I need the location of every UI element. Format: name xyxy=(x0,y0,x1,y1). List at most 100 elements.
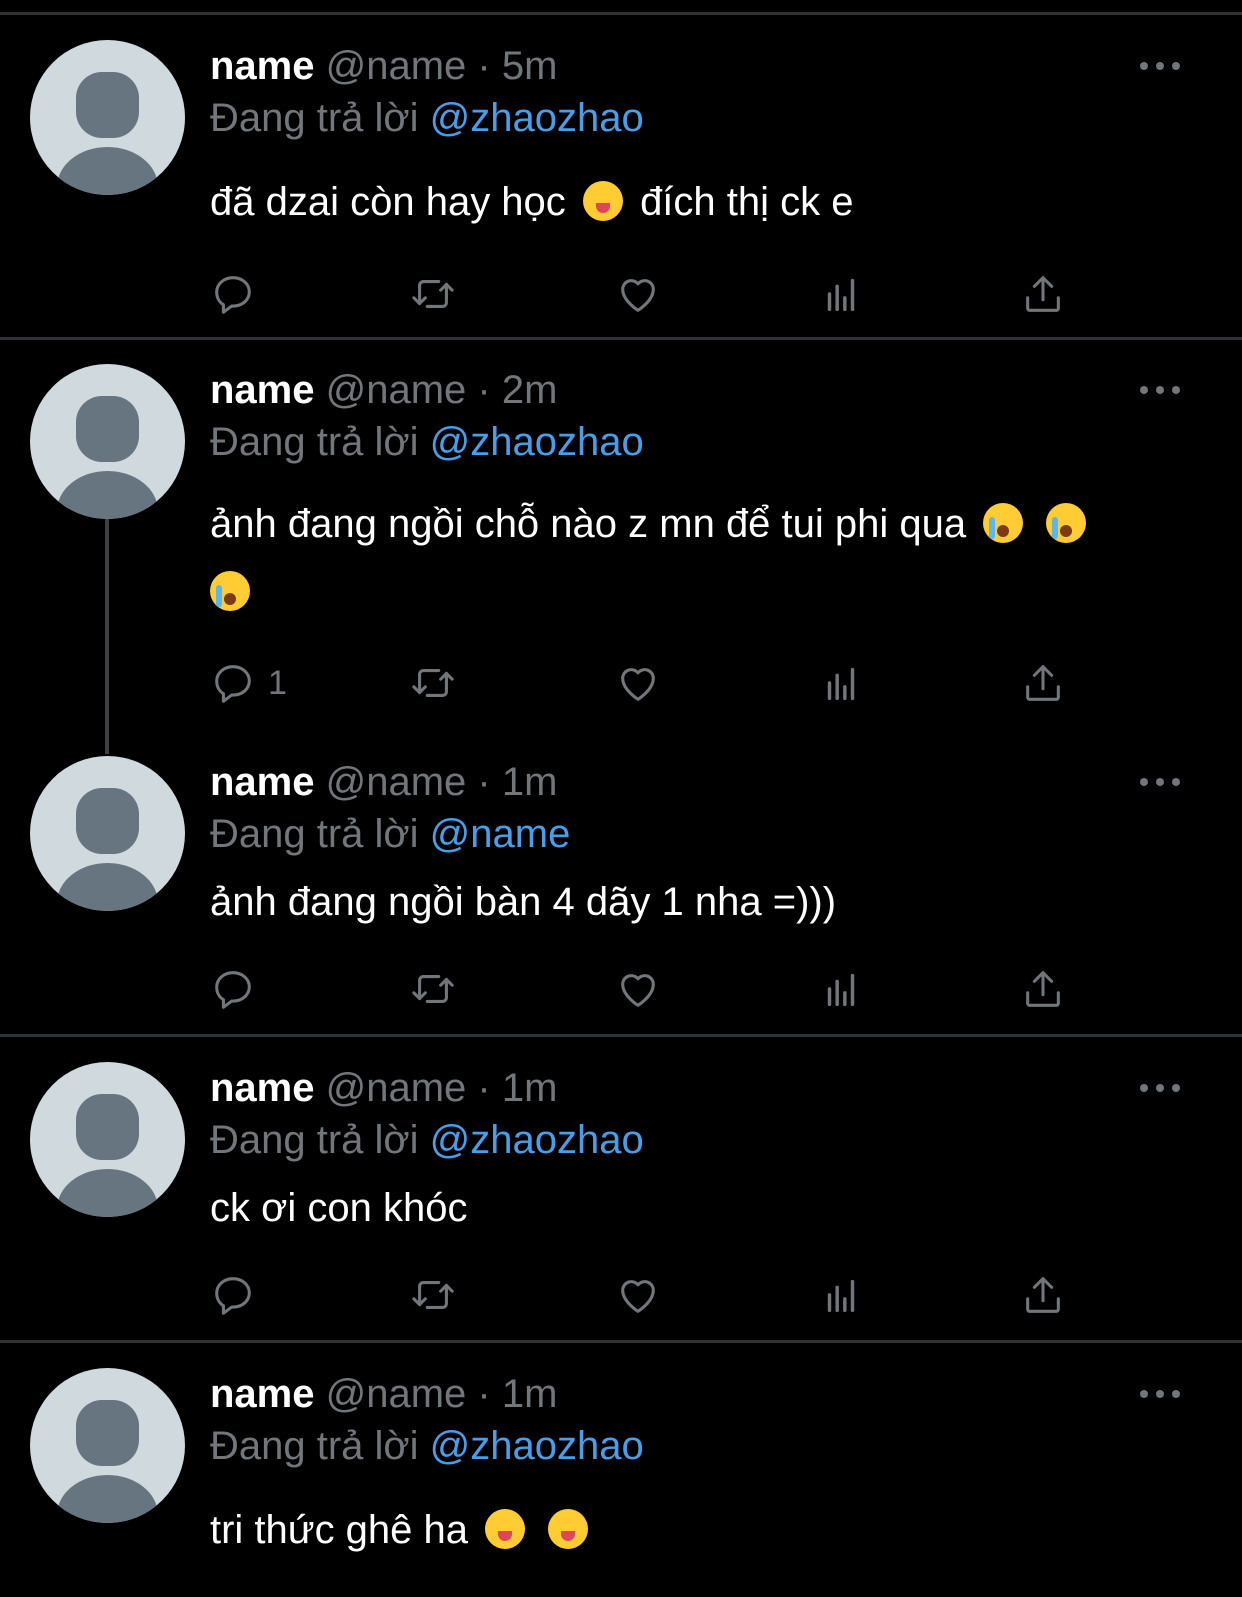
like-button[interactable] xyxy=(615,660,661,706)
replying-to: Đang trả lời @zhaozhao xyxy=(210,418,644,466)
face-savoring-food-emoji xyxy=(485,1509,526,1549)
tweet-text-part: tri thức ghê ha xyxy=(210,1508,469,1552)
action-bar xyxy=(210,1272,1080,1318)
replying-to-handle[interactable]: @zhaozhao xyxy=(430,420,644,464)
face-savoring-food-emoji xyxy=(582,181,623,221)
like-icon xyxy=(621,1280,655,1313)
user-handle[interactable]: @name xyxy=(326,1372,467,1416)
replying-to: Đang trả lời @zhaozhao xyxy=(210,94,644,142)
tweet-text-part: ck ơi con khóc xyxy=(210,1186,468,1230)
share-button[interactable] xyxy=(1020,660,1066,706)
views-icon xyxy=(827,973,855,1007)
tweet-text-part: ảnh đang ngồi chỗ nào z mn để tui phi qu… xyxy=(210,502,967,546)
more-options-icon[interactable] xyxy=(1140,1388,1180,1400)
views-button[interactable] xyxy=(818,1272,864,1318)
loudly-crying-face-emoji xyxy=(983,503,1024,543)
timestamp[interactable]: 1m xyxy=(502,760,558,804)
share-icon xyxy=(1026,971,1060,1007)
tweet-text: đã dzai còn hay học đích thị ck e xyxy=(210,168,1170,236)
replying-to-label: Đang trả lời xyxy=(210,420,419,464)
display-name[interactable]: name xyxy=(210,1066,315,1110)
loudly-crying-face-emoji xyxy=(1046,503,1087,543)
replying-to-label: Đang trả lời xyxy=(210,1118,419,1162)
share-button[interactable] xyxy=(1020,1272,1066,1318)
views-icon xyxy=(827,1279,855,1313)
timestamp[interactable]: 1m xyxy=(502,1372,558,1416)
separator: · xyxy=(477,1066,491,1110)
replying-to-handle[interactable]: @zhaozhao xyxy=(430,1118,644,1162)
separator: · xyxy=(477,760,491,804)
reply-icon xyxy=(215,276,251,314)
avatar[interactable] xyxy=(30,40,185,195)
like-icon xyxy=(621,974,655,1007)
reply-button[interactable] xyxy=(210,271,268,317)
reply-button[interactable]: 1 xyxy=(210,660,287,706)
display-name[interactable]: name xyxy=(210,760,315,804)
action-bar xyxy=(210,271,1080,317)
views-button[interactable] xyxy=(818,660,864,706)
separator: · xyxy=(477,368,491,412)
user-handle[interactable]: @name xyxy=(326,368,467,412)
retweet-button[interactable] xyxy=(410,660,456,706)
tweet-header: name @name · 5m xyxy=(210,42,557,90)
reply-button[interactable] xyxy=(210,966,268,1012)
avatar[interactable] xyxy=(30,1368,185,1523)
separator: · xyxy=(477,44,491,88)
more-options-icon[interactable] xyxy=(1140,776,1180,788)
display-name[interactable]: name xyxy=(210,44,315,88)
more-options-icon[interactable] xyxy=(1140,60,1180,72)
avatar[interactable] xyxy=(30,364,185,519)
retweet-button[interactable] xyxy=(410,1272,456,1318)
tweet-header: name @name · 2m xyxy=(210,366,557,414)
replying-to: Đang trả lời @zhaozhao xyxy=(210,1422,644,1470)
timestamp[interactable]: 1m xyxy=(502,1066,558,1110)
like-icon xyxy=(621,668,655,701)
more-options-icon[interactable] xyxy=(1140,384,1180,396)
user-handle[interactable]: @name xyxy=(326,1066,467,1110)
tweet-text: tri thức ghê ha xyxy=(210,1496,1170,1564)
timestamp[interactable]: 5m xyxy=(502,44,558,88)
loudly-crying-face-emoji xyxy=(210,571,250,611)
like-button[interactable] xyxy=(615,1272,661,1318)
views-button[interactable] xyxy=(818,271,864,317)
share-icon xyxy=(1026,665,1060,701)
retweet-icon xyxy=(412,669,454,697)
display-name[interactable]: name xyxy=(210,368,315,412)
retweet-button[interactable] xyxy=(410,966,456,1012)
like-button[interactable] xyxy=(615,271,661,317)
share-button[interactable] xyxy=(1020,271,1066,317)
views-button[interactable] xyxy=(818,966,864,1012)
divider xyxy=(0,337,1242,340)
user-handle[interactable]: @name xyxy=(326,44,467,88)
divider xyxy=(0,1340,1242,1343)
tweet-text: ck ơi con khóc xyxy=(210,1174,1170,1242)
divider xyxy=(0,1034,1242,1037)
reply-count: 1 xyxy=(268,663,287,702)
display-name[interactable]: name xyxy=(210,1372,315,1416)
replying-to-handle[interactable]: @name xyxy=(430,812,571,856)
replying-to-handle[interactable]: @zhaozhao xyxy=(430,96,644,140)
retweet-icon xyxy=(412,1281,454,1309)
views-icon xyxy=(827,667,855,701)
user-handle[interactable]: @name xyxy=(326,760,467,804)
tweet-header: name @name · 1m xyxy=(210,758,557,806)
avatar[interactable] xyxy=(30,756,185,911)
thread-connector xyxy=(105,518,109,754)
reply-icon xyxy=(215,971,251,1009)
like-icon xyxy=(621,279,655,312)
like-button[interactable] xyxy=(615,966,661,1012)
retweet-button[interactable] xyxy=(410,271,456,317)
timestamp[interactable]: 2m xyxy=(502,368,558,412)
avatar[interactable] xyxy=(30,1062,185,1217)
replying-to-handle[interactable]: @zhaozhao xyxy=(430,1424,644,1468)
reply-button[interactable] xyxy=(210,1272,268,1318)
more-options-icon[interactable] xyxy=(1140,1082,1180,1094)
tweet-header: name @name · 1m xyxy=(210,1370,557,1418)
replying-to-label: Đang trả lời xyxy=(210,812,419,856)
retweet-icon xyxy=(412,280,454,308)
action-bar: 1 xyxy=(210,660,1080,706)
tweet-text-part: đích thị ck e xyxy=(640,180,854,224)
reply-icon xyxy=(215,1277,251,1315)
share-button[interactable] xyxy=(1020,966,1066,1012)
tweet-text: ảnh đang ngồi bàn 4 dãy 1 nha =))) xyxy=(210,868,1170,936)
